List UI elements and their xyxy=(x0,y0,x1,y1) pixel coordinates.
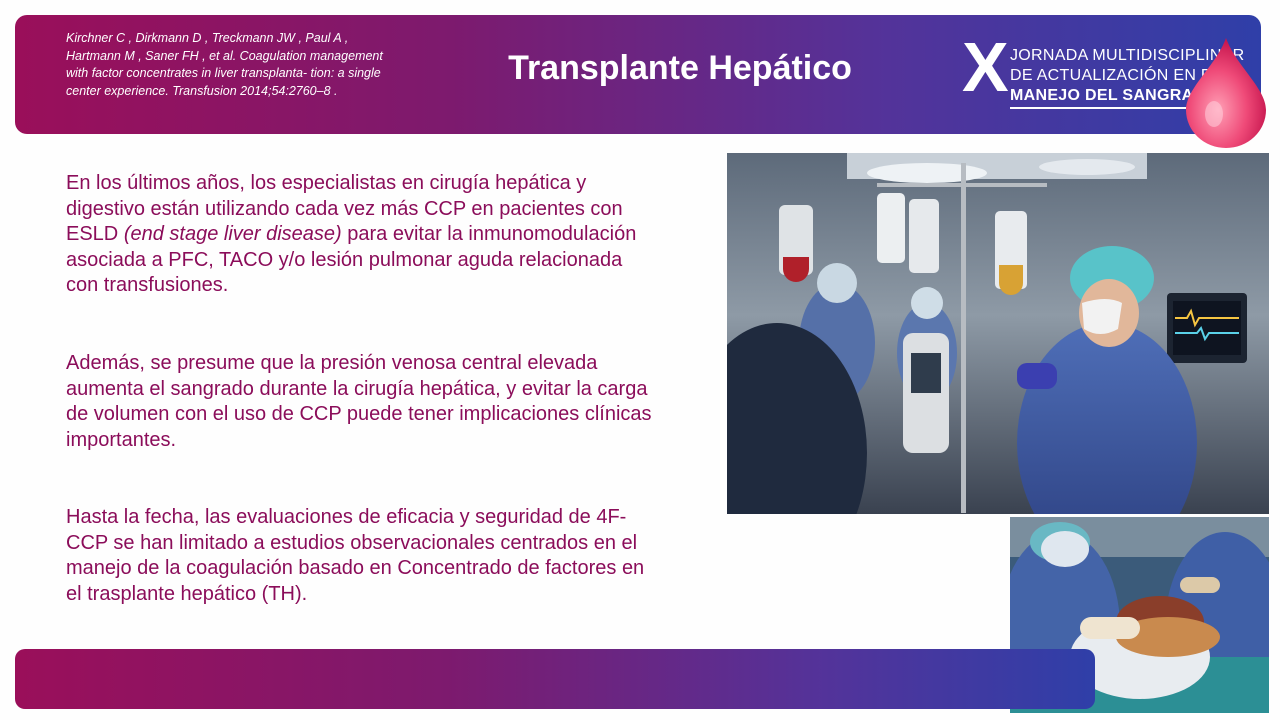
paragraph-2: Además, se presume que la presión venosa… xyxy=(66,352,652,451)
paragraph-3: Hasta la fecha, las evaluaciones de efic… xyxy=(66,506,645,605)
footer-bar xyxy=(15,649,1095,709)
blood-drop-icon xyxy=(1186,38,1266,148)
paragraph-1: En los últimos años, los especialistas e… xyxy=(66,171,656,299)
slide: Kirchner C , Dirkmann D , Treckmann JW ,… xyxy=(0,0,1280,720)
citation-text: Kirchner C , Dirkmann D , Treckmann JW ,… xyxy=(66,31,383,98)
paragraph-1-emphasis: (end stage liver disease) xyxy=(123,223,342,245)
event-logo: X JORNADA MULTIDISCIPLINAR DE ACTUALIZAC… xyxy=(962,32,1266,148)
logo-numeral: X xyxy=(962,28,1009,106)
page-title: Transplante Hepático xyxy=(508,49,852,87)
surgery-photo-team xyxy=(727,153,1269,514)
